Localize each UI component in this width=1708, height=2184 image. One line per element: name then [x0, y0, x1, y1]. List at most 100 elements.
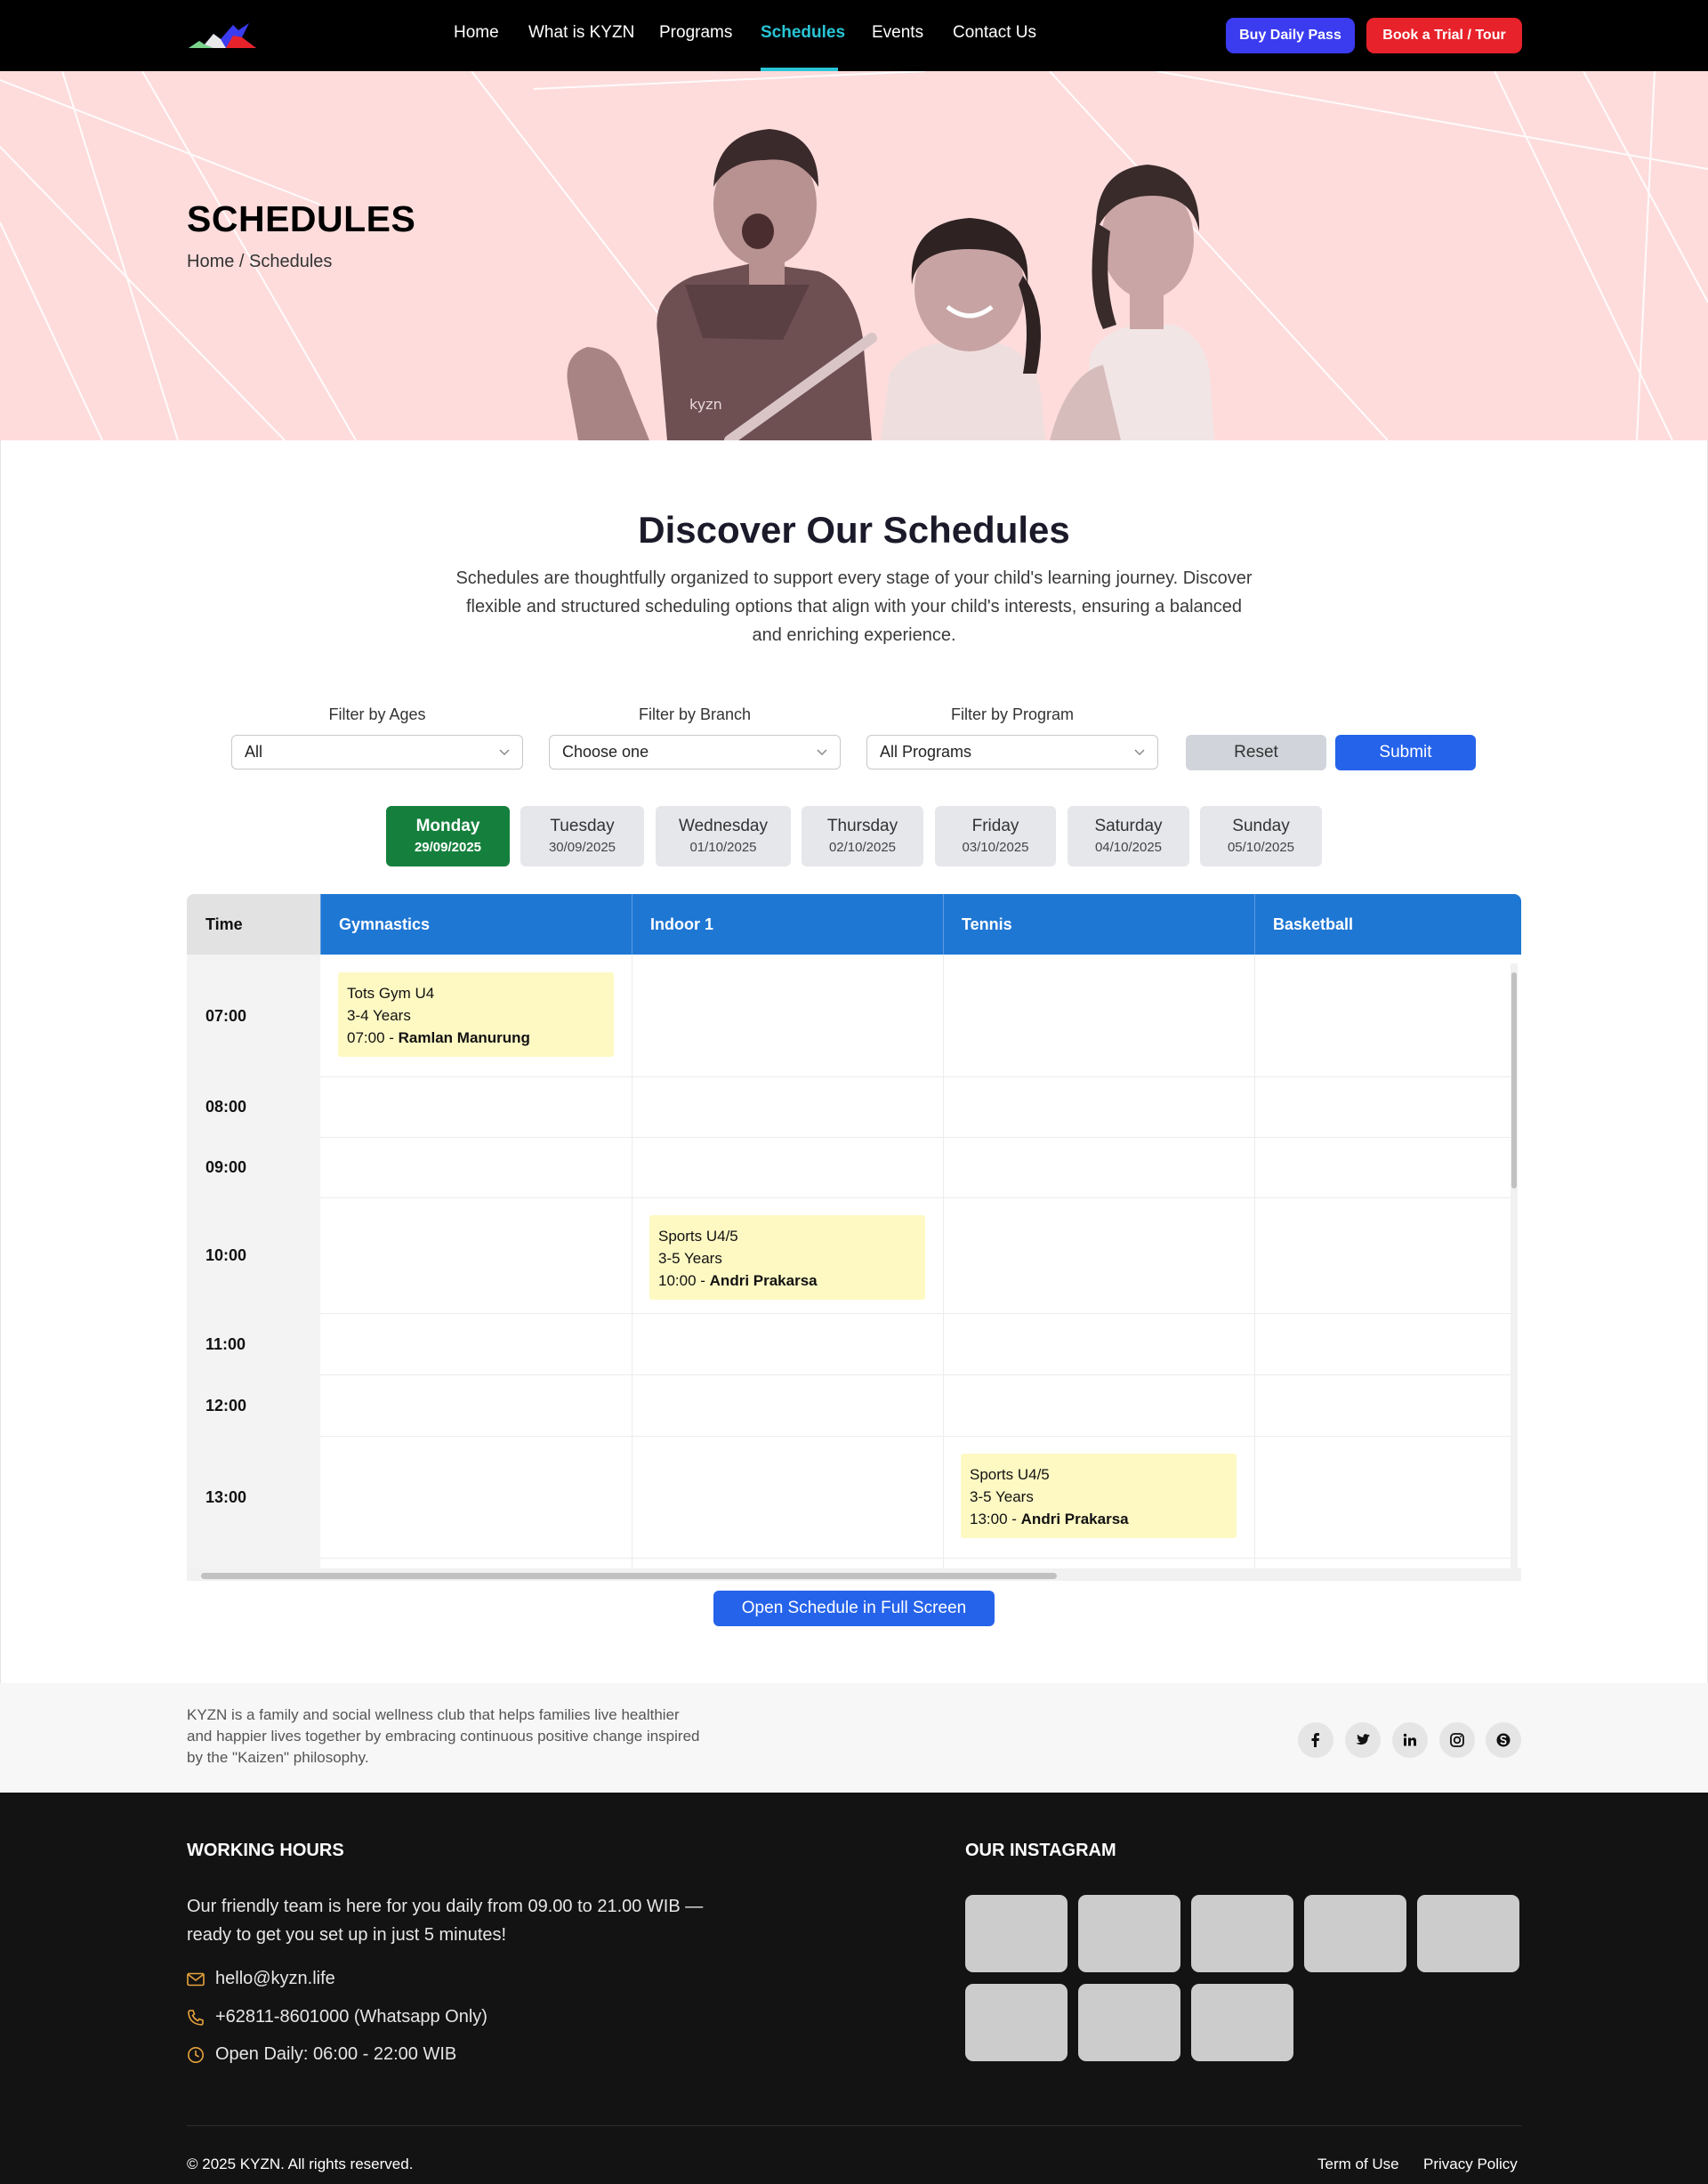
phone-text: +62811-8601000 (Whatsapp Only): [215, 2007, 487, 2027]
about-strip: KYZN is a family and social wellness clu…: [0, 1683, 1708, 1793]
event-time-teacher: 13:00 - Andri Prakarsa: [970, 1511, 1129, 1527]
day-tab-tuesday[interactable]: Tuesday 30/09/2025: [520, 806, 644, 866]
phone-contact[interactable]: +62811-8601000 (Whatsapp Only): [187, 2007, 487, 2027]
event-teacher: Andri Prakarsa: [1020, 1511, 1129, 1527]
column-header-basketball: Basketball: [1254, 894, 1521, 955]
hours-contact: Open Daily: 06:00 - 22:00 WIB: [187, 2044, 456, 2065]
day-date: 01/10/2025: [689, 840, 757, 855]
privacy-policy-link[interactable]: Privacy Policy: [1423, 2156, 1518, 2173]
filter-branch-select[interactable]: Choose one: [549, 735, 841, 770]
instagram-tile[interactable]: [1304, 1895, 1406, 1972]
svg-text:kyzn: kyzn: [689, 396, 722, 413]
day-date: 29/09/2025: [414, 840, 482, 855]
footer-divider: [187, 2125, 1521, 2126]
day-tab-saturday[interactable]: Saturday 04/10/2025: [1068, 806, 1189, 866]
day-name: Saturday: [1094, 817, 1163, 835]
linkedin-icon[interactable]: [1392, 1722, 1428, 1758]
row-divider: [320, 1313, 1512, 1314]
schedule-event[interactable]: Sports U4/5 3-5 Years 10:00 - Andri Prakar…: [649, 1215, 925, 1300]
day-name: Sunday: [1232, 817, 1290, 835]
column-header-gymnastics: Gymnastics: [320, 894, 632, 955]
day-date: 02/10/2025: [828, 840, 897, 855]
chevron-down-icon: [817, 749, 827, 756]
skype-icon[interactable]: [1486, 1722, 1521, 1758]
instagram-tile[interactable]: [1191, 1984, 1293, 2061]
instagram-tile[interactable]: [1078, 1895, 1180, 1972]
instagram-tile[interactable]: [1191, 1895, 1293, 1972]
nav-link-what-is-kyzn[interactable]: What is KYZN: [528, 23, 634, 43]
terms-of-use-link[interactable]: Term of Use: [1317, 2156, 1399, 2173]
twitter-icon[interactable]: [1345, 1722, 1381, 1758]
filter-ages-label: Filter by Ages: [328, 705, 426, 723]
vertical-scrollbar-thumb[interactable]: [1511, 972, 1517, 1189]
phone-icon: [188, 2009, 204, 2026]
row-divider: [320, 1558, 1512, 1559]
woman-figure: [1050, 165, 1214, 440]
event-time-teacher: 10:00 - Andri Prakarsa: [658, 1272, 818, 1289]
day-name: Thursday: [826, 817, 898, 835]
buy-daily-pass-button[interactable]: Buy Daily Pass: [1226, 18, 1355, 53]
book-trial-button[interactable]: Book a Trial / Tour: [1366, 18, 1522, 53]
hero-athletes-image: kyzn: [567, 129, 1214, 440]
row-divider: [320, 1137, 1512, 1138]
schedule-event[interactable]: Tots Gym U4 3-4 Years 07:00 - Ramlan Manur…: [338, 972, 614, 1057]
reset-button[interactable]: Reset: [1186, 735, 1326, 770]
nav-link-programs[interactable]: Programs: [659, 23, 732, 43]
instagram-tile[interactable]: [1417, 1895, 1519, 1972]
day-name: Wednesday: [679, 817, 768, 835]
day-date: 03/10/2025: [962, 840, 1029, 855]
open-fullscreen-button[interactable]: Open Schedule in Full Screen: [713, 1591, 995, 1626]
nav-link-home[interactable]: Home: [454, 23, 499, 43]
copyright-text: © 2025 KYZN. All rights reserved.: [187, 2156, 414, 2172]
time-label: 11:00: [205, 1334, 246, 1353]
schedule-header-row: Time Gymnastics Indoor 1 Tennis Basketball: [187, 894, 1521, 955]
event-start-time: 13:00: [970, 1511, 1008, 1527]
nav-link-contact-us[interactable]: Contact Us: [953, 23, 1036, 43]
time-label: 07:00: [205, 1006, 247, 1025]
day-tab-friday[interactable]: Friday 03/10/2025: [935, 806, 1056, 866]
clock-icon: [188, 2046, 204, 2063]
instagram-icon[interactable]: [1439, 1722, 1475, 1758]
day-name: Monday: [415, 817, 480, 835]
filter-ages-select[interactable]: All: [231, 735, 523, 770]
event-start-time: 07:00: [347, 1029, 385, 1046]
event-title: Tots Gym U4: [347, 985, 435, 1002]
time-label: 12:00: [205, 1396, 247, 1414]
open-hours-text: Open Daily: 06:00 - 22:00 WIB: [215, 2044, 457, 2064]
day-tab-thursday[interactable]: Thursday 02/10/2025: [802, 806, 923, 866]
instagram-tile[interactable]: [965, 1984, 1068, 2061]
mail-icon: [187, 1972, 205, 1986]
chevron-down-icon: [1134, 749, 1145, 756]
email-contact[interactable]: hello@kyzn.life: [187, 1969, 335, 1989]
day-date: 04/10/2025: [1094, 840, 1163, 855]
schedule-event[interactable]: Sports U4/5 3-5 Years 13:00 - Andri Prakar…: [961, 1454, 1237, 1538]
instagram-tile[interactable]: [1078, 1984, 1180, 2061]
facebook-icon[interactable]: [1298, 1722, 1333, 1758]
schedule-body[interactable]: 07:00 08:00 09:00 10:00 11:00 12:00 13:00 Tots…: [187, 955, 1521, 1568]
column-header-tennis: Tennis: [943, 894, 1254, 955]
event-time-teacher: 07:00 - Ramlan Manurung: [347, 1029, 530, 1046]
submit-button[interactable]: Submit: [1335, 735, 1476, 770]
horizontal-scrollbar-thumb[interactable]: [201, 1573, 1057, 1579]
day-tab-monday[interactable]: Monday 29/09/2025: [386, 806, 510, 866]
time-label: 13:00: [205, 1487, 247, 1506]
working-hours-heading: WORKING HOURS: [187, 1841, 344, 1860]
day-name: Tuesday: [550, 817, 615, 835]
nav-link-schedules[interactable]: Schedules: [761, 23, 845, 43]
day-tab-sunday[interactable]: Sunday 05/10/2025: [1200, 806, 1322, 866]
email-text: hello@kyzn.life: [215, 1969, 335, 1988]
filter-program-select[interactable]: All Programs: [866, 735, 1158, 770]
filter-program-value: All Programs: [880, 743, 972, 761]
column-divider: [943, 955, 944, 1568]
about-text: KYZN is a family and social wellness clu…: [187, 1706, 700, 1766]
time-label: 10:00: [205, 1246, 247, 1264]
column-divider: [1254, 955, 1255, 1568]
time-label: 09:00: [205, 1158, 247, 1176]
working-hours-text: Our friendly team is here for you daily …: [187, 1897, 704, 1945]
day-tab-wednesday[interactable]: Wednesday 01/10/2025: [656, 806, 791, 866]
event-title: Sports U4/5: [970, 1466, 1050, 1483]
event-ages: 3-5 Years: [658, 1250, 722, 1267]
nav-link-events[interactable]: Events: [872, 23, 923, 43]
instagram-tile[interactable]: [965, 1895, 1068, 1972]
row-divider: [320, 1374, 1512, 1375]
